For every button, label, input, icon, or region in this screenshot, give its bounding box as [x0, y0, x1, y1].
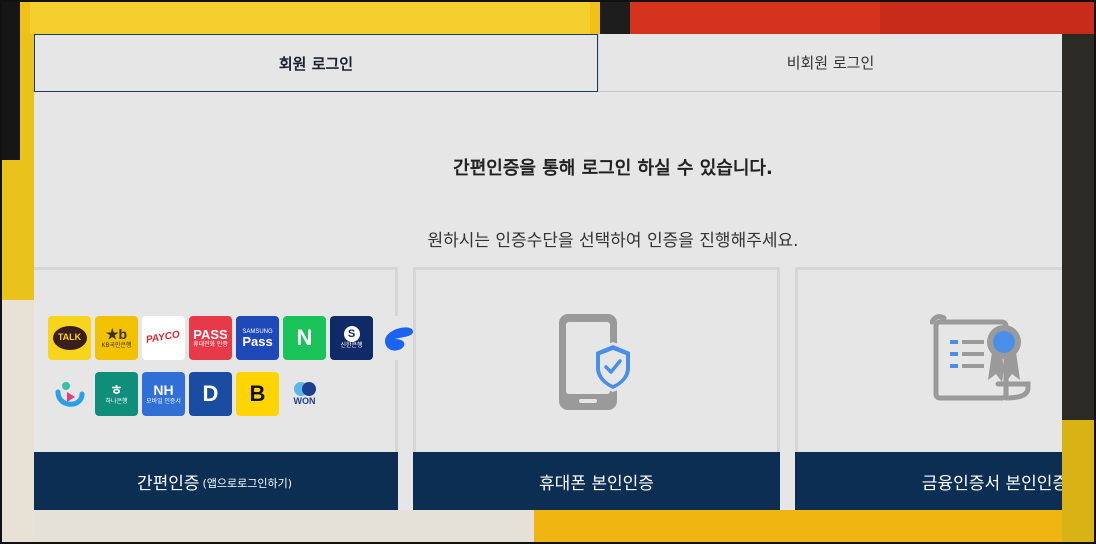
- mobile-auth-card[interactable]: 휴대폰 본인인증: [413, 267, 780, 510]
- mobile-auth-button[interactable]: 휴대폰 본인인증: [413, 452, 780, 510]
- provider-text: TALK: [57, 332, 82, 343]
- provider-logo-kb: ★b KB국민은행: [95, 316, 138, 360]
- provider-text: WON: [293, 396, 316, 407]
- provider-logo-nh: NH 모바일 인증서: [142, 372, 185, 416]
- provider-text: PAYCO: [145, 328, 182, 346]
- woori-icon: [293, 382, 316, 397]
- provider-text: PASS: [193, 326, 228, 342]
- certificate-auth-card[interactable]: 금융인증서 본인인증: [795, 267, 1062, 510]
- provider-sub: KB국민은행: [101, 342, 132, 349]
- certificate-auth-button[interactable]: 금융인증서 본인인증: [795, 452, 1062, 510]
- provider-logo-naver: N: [283, 316, 326, 360]
- provider-logo-pass: PASS 휴대전화 인증: [189, 316, 232, 360]
- provider-text: N: [296, 325, 313, 351]
- login-tabs: 회원 로그인 비회원 로그인: [34, 34, 1062, 92]
- provider-logo-hana: ㅎ 하나은행: [95, 372, 138, 416]
- login-panel: 회원 로그인 비회원 로그인 간편인증을 통해 로그인 하실 수 있습니다. 원…: [34, 34, 1062, 510]
- page-title: 간편인증을 통해 로그인 하실 수 있습니다.: [453, 158, 773, 179]
- toss-icon: [384, 327, 413, 351]
- mobile-shield-icon: [559, 314, 633, 410]
- provider-logo-payco: PAYCO: [142, 316, 185, 360]
- simple-auth-button-note: (앱으로로그인하기): [202, 476, 293, 490]
- provider-text: NH: [153, 382, 174, 398]
- kbank-icon: [55, 382, 84, 407]
- provider-text: S: [343, 326, 360, 343]
- provider-logo-shinhan: S 신한은행: [330, 316, 373, 360]
- certificate-icon: [930, 314, 1031, 401]
- provider-sub: 하나은행: [105, 398, 128, 405]
- provider-logo-samsung-pass: SAMSUNG Pass: [236, 316, 279, 360]
- provider-sub: 모바일 인증서: [146, 398, 181, 405]
- certificate-auth-button-label: 금융인증서 본인인증: [921, 473, 1062, 494]
- simple-auth-card[interactable]: TALK ★b KB국민은행 PAYCO PASS 휴대전화 인증 SAMSUNG Pass N…: [34, 267, 420, 510]
- instruction-text: 원하시는 인증수단을 선택하여 인증을 진행해주세요.: [427, 231, 799, 251]
- provider-logo-kakaotalk: TALK: [48, 316, 91, 360]
- simple-auth-button-label: 간편인증: [136, 473, 200, 494]
- provider-logo-d-cert: D: [189, 372, 232, 416]
- provider-logo-woori-won: WON: [283, 372, 326, 416]
- simple-auth-button[interactable]: 간편인증 (앱으로로그인하기): [34, 452, 398, 510]
- tab-member-login[interactable]: 회원 로그인: [34, 34, 598, 92]
- tab-guest-login[interactable]: 비회원 로그인: [598, 34, 1062, 92]
- provider-text: Pass: [242, 333, 273, 349]
- provider-logo-kbank: [48, 372, 91, 416]
- provider-text: ㅎ: [110, 382, 123, 398]
- mobile-auth-button-label: 휴대폰 본인인증: [539, 473, 654, 494]
- provider-text: ★b: [105, 326, 128, 342]
- provider-logo-banksalad: B: [236, 372, 279, 416]
- provider-sub: 휴대전화 인증: [193, 342, 228, 349]
- provider-logo-grid: TALK ★b KB국민은행 PAYCO PASS 휴대전화 인증 SAMSUNG Pass N…: [48, 316, 420, 416]
- provider-text: D: [202, 381, 219, 407]
- provider-text: B: [249, 381, 266, 407]
- provider-sub: 신한은행: [340, 343, 363, 350]
